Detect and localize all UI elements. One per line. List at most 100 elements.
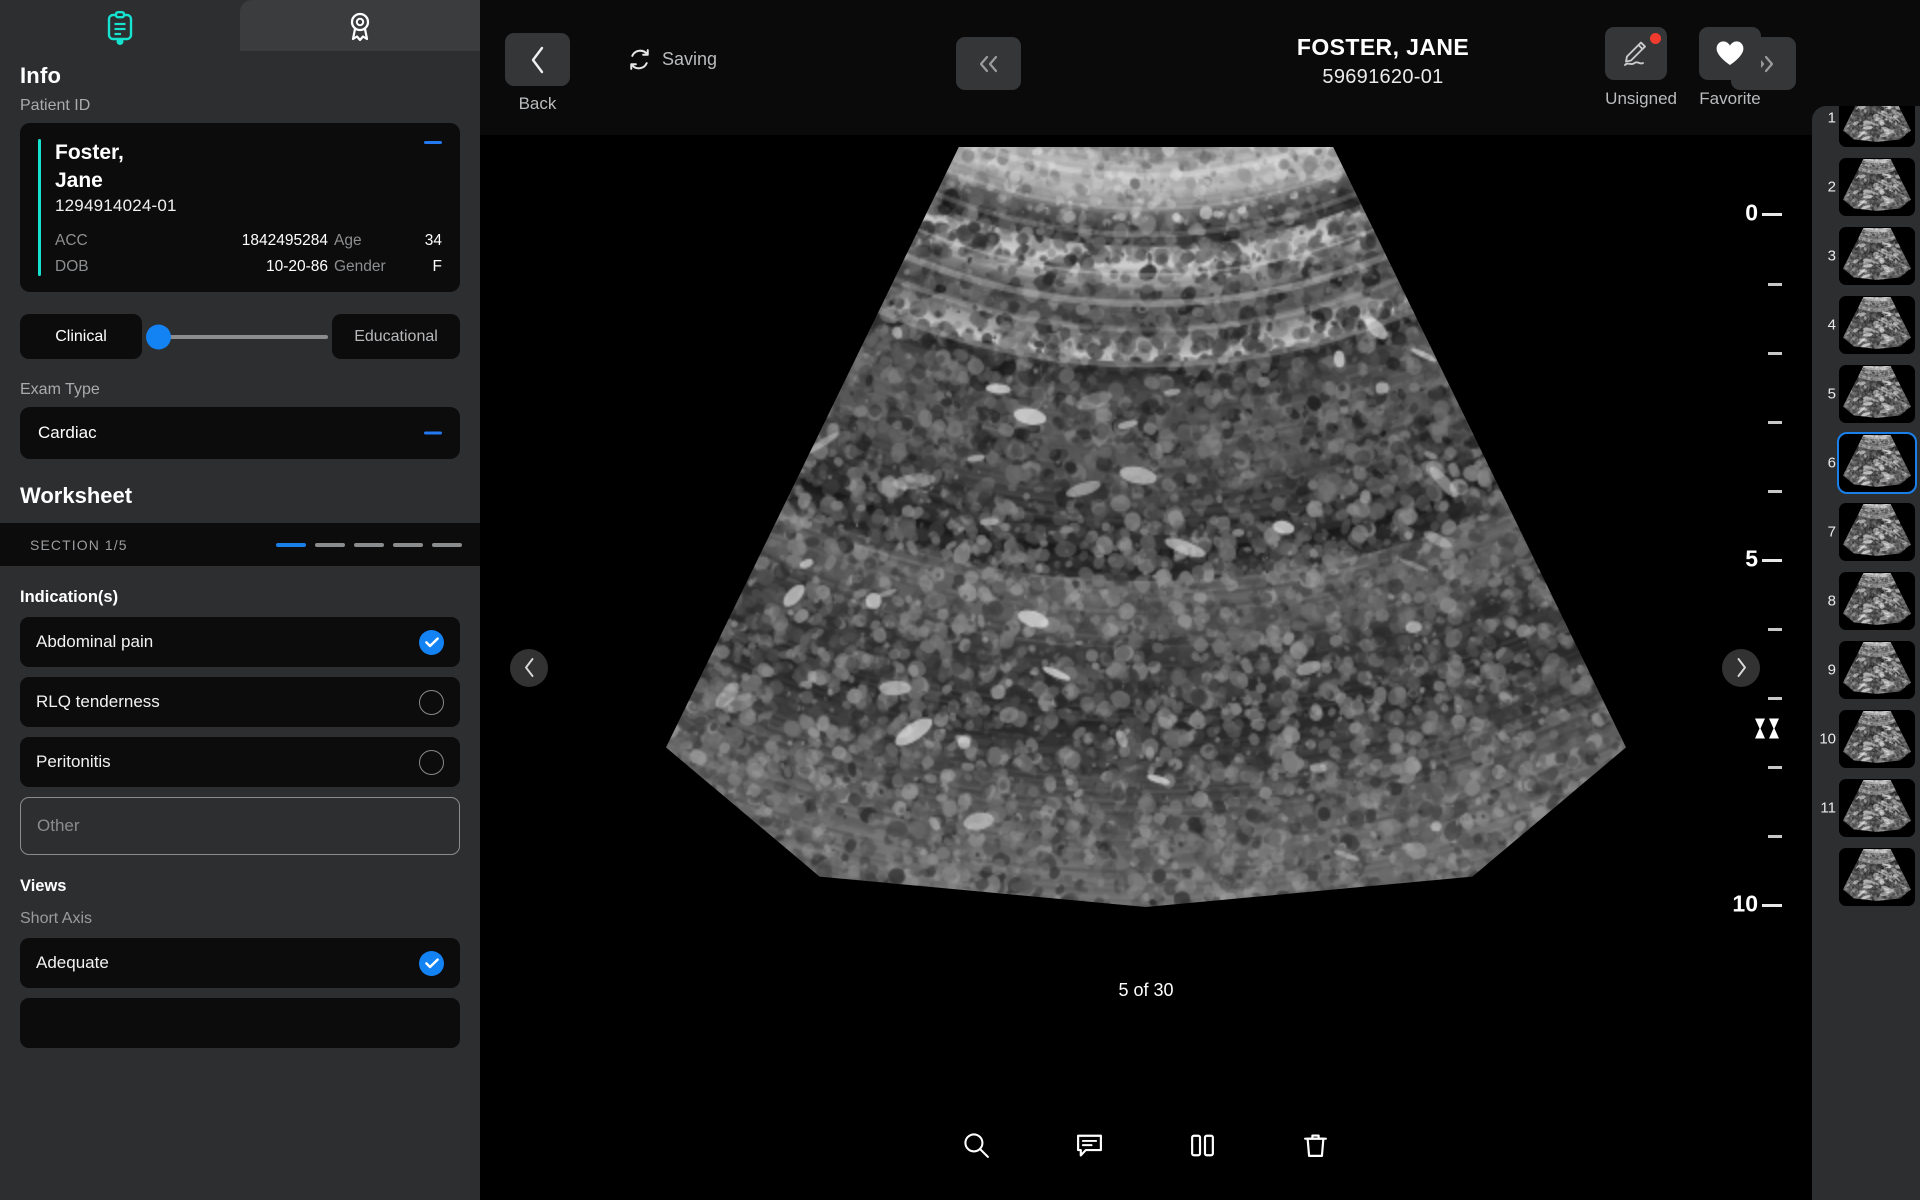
back-button[interactable] — [505, 33, 570, 86]
view-row-next[interactable] — [20, 998, 460, 1049]
saving-status: Saving — [628, 48, 717, 71]
clinical-button[interactable]: Clinical — [20, 314, 142, 360]
previous-frame-button[interactable] — [510, 648, 548, 687]
exam-type-select[interactable]: Cardiac — [20, 407, 460, 460]
thumbnail-image[interactable] — [1837, 432, 1917, 494]
thumbnail-item[interactable]: 5 — [1812, 360, 1920, 428]
mode-slider[interactable] — [142, 314, 332, 359]
image-viewer: Back Saving FOSTER, JANE 59691620-01 Uns… — [480, 0, 1920, 1200]
section-dash[interactable] — [315, 542, 345, 547]
thumbnail-item[interactable] — [1812, 843, 1920, 911]
favorite-label: Favorite — [1699, 89, 1761, 108]
checkbox-checked-icon[interactable] — [419, 950, 444, 976]
thumbnail-item[interactable]: 11 — [1812, 774, 1920, 842]
thumbnail-image[interactable] — [1839, 503, 1915, 561]
ultrasound-review-app: Info Patient ID Foster, Jane 1294914024-… — [0, 0, 1920, 1200]
option-label: Adequate — [36, 953, 109, 973]
view-row-adequate[interactable]: Adequate — [20, 938, 460, 989]
patient-name-line1: Foster, — [55, 141, 124, 164]
unsigned-label: Unsigned — [1605, 89, 1677, 108]
thumbnail-item[interactable]: 4 — [1812, 291, 1920, 359]
frame-counter: 5 of 30 — [1118, 980, 1174, 1000]
thumbnail-number: 3 — [1827, 247, 1836, 265]
toolbar-actions: Unsigned Favorite — [1605, 27, 1761, 109]
minus-icon[interactable] — [424, 141, 442, 144]
age-label: Age — [334, 232, 362, 250]
thumbnail-number: 4 — [1827, 316, 1836, 334]
slider-knob[interactable] — [146, 324, 171, 350]
back-label: Back — [518, 94, 557, 113]
exam-type-label: Exam Type — [20, 381, 100, 399]
section-progress-bar: SECTION 1/5 — [0, 523, 480, 567]
thumbnail-item[interactable]: 2 — [1812, 153, 1920, 221]
thumbnail-image[interactable] — [1839, 641, 1915, 699]
annotate-tool-button[interactable] — [1033, 1131, 1146, 1160]
thumbnail-item[interactable]: 10 — [1812, 705, 1920, 773]
thumbnail-image[interactable] — [1839, 365, 1915, 423]
chevron-left-icon — [531, 46, 543, 73]
ruler-label-5: 5 — [1745, 545, 1758, 572]
thumbnail-image[interactable] — [1839, 572, 1915, 630]
thumbnail-number: 8 — [1827, 592, 1836, 610]
award-badge-icon — [350, 12, 370, 41]
thumbnail-number: 2 — [1827, 178, 1836, 196]
thumbnail-image[interactable] — [1839, 710, 1915, 768]
previous-exam-button[interactable] — [956, 37, 1021, 90]
thumbnail-item[interactable]: 7 — [1812, 498, 1920, 566]
split-pane-icon — [1191, 1134, 1214, 1157]
credential-tab[interactable] — [240, 0, 480, 51]
trash-icon — [1304, 1134, 1327, 1157]
image-stage: 0 5 10 5 of 30 — [480, 135, 1812, 1200]
favorite-button[interactable] — [1699, 27, 1761, 80]
thumbnail-image[interactable] — [1839, 158, 1915, 216]
dob-label: DOB — [55, 258, 89, 276]
thumbnail-image[interactable] — [1839, 779, 1915, 837]
worksheet-tab[interactable] — [0, 0, 240, 51]
gender-value: F — [432, 258, 442, 276]
dob-value: 10-20-86 — [265, 258, 328, 276]
thumbnail-item[interactable]: 6 — [1812, 429, 1920, 497]
section-dash[interactable] — [354, 542, 384, 547]
patient-info-card[interactable]: Foster, Jane 1294914024-01 ACC 184249528… — [20, 123, 460, 293]
info-heading: Info — [20, 63, 62, 88]
delete-tool-button[interactable] — [1259, 1131, 1372, 1160]
thumbnail-number: 11 — [1820, 799, 1836, 817]
thumbnail-item[interactable]: 3 — [1812, 222, 1920, 290]
clipboard-icon — [107, 10, 133, 40]
zoom-tool-button[interactable] — [920, 1131, 1033, 1160]
thumbnail-rail[interactable]: 1 2 3 4 5 6 7 8 9 10 11 — [1812, 89, 1920, 1200]
section-dash[interactable] — [276, 542, 306, 547]
educational-button[interactable]: Educational — [332, 314, 460, 360]
thumbnail-image[interactable] — [1839, 296, 1915, 354]
unsigned-button[interactable] — [1605, 27, 1668, 80]
signature-pen-icon — [1624, 41, 1647, 66]
sync-icon — [630, 49, 649, 70]
section-dash[interactable] — [393, 542, 423, 547]
ultrasound-frame[interactable] — [480, 135, 1812, 968]
thumbnail-image[interactable] — [1839, 848, 1915, 906]
card-accent-bar — [38, 139, 41, 277]
favorite-action: Favorite — [1699, 27, 1761, 109]
unsigned-action: Unsigned — [1605, 27, 1677, 109]
thumbnail-item[interactable]: 9 — [1812, 636, 1920, 704]
checkbox-empty-icon[interactable] — [419, 689, 444, 715]
compare-tool-button[interactable] — [1146, 1131, 1259, 1160]
thumbnail-item[interactable]: 8 — [1812, 567, 1920, 635]
thumbnail-image[interactable] — [1839, 227, 1915, 285]
option-label: Abdominal pain — [36, 632, 154, 652]
heart-filled-icon — [1716, 41, 1744, 65]
minus-icon[interactable] — [424, 431, 442, 435]
indication-row-abdominal-pain[interactable]: Abdominal pain — [20, 617, 460, 668]
age-value: 34 — [424, 232, 442, 250]
ruler-label-10: 10 — [1732, 890, 1758, 917]
viewer-toolbar — [480, 1131, 1812, 1160]
sidebar-content: Info Patient ID Foster, Jane 1294914024-… — [0, 51, 480, 1200]
section-dash[interactable] — [432, 542, 462, 547]
option-label: Peritonitis — [36, 752, 111, 772]
other-indication-input[interactable] — [20, 797, 460, 856]
checkbox-empty-icon[interactable] — [419, 749, 444, 775]
acc-value: 1842495284 — [241, 232, 328, 250]
indication-row-peritonitis[interactable]: Peritonitis — [20, 737, 460, 788]
checkbox-checked-icon[interactable] — [419, 629, 444, 655]
indication-row-rlq-tenderness[interactable]: RLQ tenderness — [20, 677, 460, 728]
